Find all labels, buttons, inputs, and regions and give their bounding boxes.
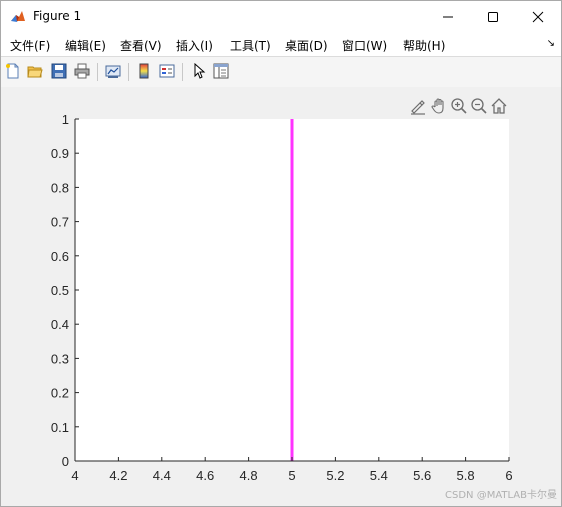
y-tick-label: 0.2: [51, 386, 69, 401]
y-tick-label: 1: [62, 112, 69, 127]
x-tick-label: 4.2: [109, 468, 127, 483]
x-tick-label: 5.4: [370, 468, 388, 483]
y-tick-label: 0.9: [51, 146, 69, 161]
watermark-text: CSDN @MATLAB卡尔曼: [445, 490, 557, 501]
x-tick-label: 5: [288, 468, 295, 483]
x-tick-label: 5.6: [413, 468, 431, 483]
x-tick-label: 6: [505, 468, 512, 483]
x-tick-label: 5.8: [457, 468, 475, 483]
x-tick-label: 4.8: [240, 468, 258, 483]
x-tick-label: 5.2: [326, 468, 344, 483]
y-tick-label: 0.6: [51, 249, 69, 264]
y-tick-label: 0.4: [51, 317, 69, 332]
x-tick-label: 4.6: [196, 468, 214, 483]
y-tick-label: 0.3: [51, 351, 69, 366]
plot-axes[interactable]: 4 4.2 4.4 4.6 4.8 5 5.2 5.4 5.6 5.8 6 0 0.1 0.2 0.3 0.4…: [1, 1, 561, 506]
y-tick-label: 0.8: [51, 180, 69, 195]
y-tick-label: 0: [62, 454, 69, 469]
x-tick-label: 4.4: [153, 468, 171, 483]
x-tick-label: 4: [71, 468, 78, 483]
y-tick-label: 0.5: [51, 283, 69, 298]
y-tick-label: 0.7: [51, 215, 69, 230]
figure-window: Figure 1 文件(F) 编辑(E) 查看(V) 插入(I) 工具(T) 桌…: [0, 0, 562, 507]
y-tick-label: 0.1: [51, 420, 69, 435]
